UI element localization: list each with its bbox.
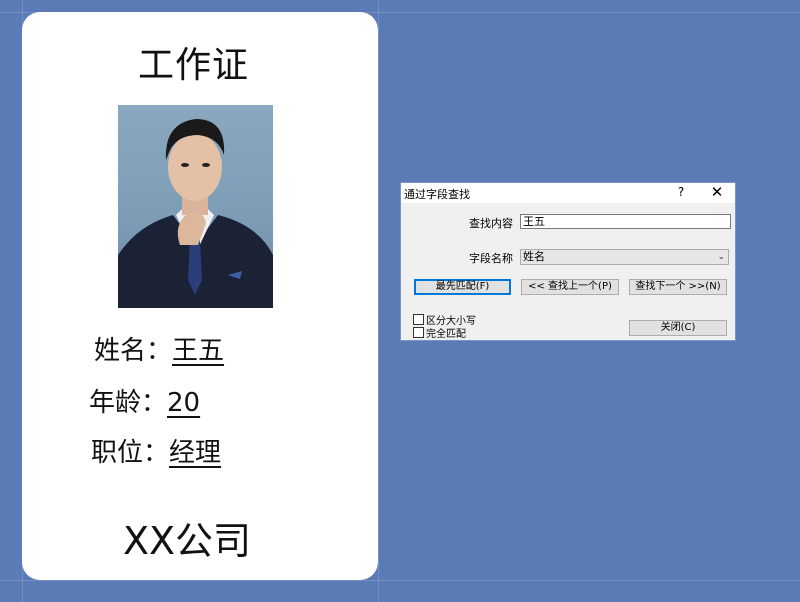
age-value: 20 [167, 388, 201, 418]
find-next-button[interactable]: 查找下一个 >>(N) [629, 279, 727, 295]
dialog-title: 通过字段查找 [404, 188, 470, 201]
position-row: 职位：经理 [91, 432, 221, 469]
whole-match-checkbox[interactable] [413, 327, 424, 338]
company-name: XX公司 [122, 519, 252, 563]
field-name-select[interactable]: 姓名 ⌄ [520, 249, 729, 265]
name-label: 姓名： [94, 336, 173, 366]
id-card: 工作证 姓名：王五 年龄：20 职位：经理 XX公司 [22, 12, 378, 580]
position-label: 职位： [91, 438, 170, 468]
help-button[interactable]: ? [674, 185, 688, 199]
guide-line [0, 580, 800, 581]
guide-line [378, 0, 379, 602]
name-row: 姓名：王五 [94, 330, 224, 367]
find-by-field-dialog: 通过字段查找 ? ✕ 查找内容 王五 字段名称 姓名 ⌄ 最先匹配(F) << … [400, 182, 736, 341]
age-label: 年龄： [89, 388, 168, 418]
close-button[interactable]: 关闭(C) [629, 320, 727, 336]
case-sensitive-checkbox[interactable] [413, 314, 424, 325]
whole-match-label: 完全匹配 [426, 329, 466, 340]
search-content-label: 查找内容 [469, 217, 513, 230]
age-row: 年龄：20 [89, 382, 200, 419]
dialog-titlebar: 通过字段查找 ? ✕ [401, 183, 735, 203]
search-content-input[interactable]: 王五 [520, 214, 731, 229]
name-value: 王五 [172, 336, 225, 366]
whole-match-option[interactable]: 完全匹配 [413, 325, 466, 340]
person-portrait-image [118, 119, 273, 308]
find-previous-button[interactable]: << 查找上一个(P) [521, 279, 619, 295]
chevron-down-icon: ⌄ [717, 252, 725, 262]
position-value: 经理 [169, 438, 222, 468]
close-icon[interactable]: ✕ [707, 183, 727, 201]
field-name-label: 字段名称 [469, 252, 513, 265]
field-name-selected: 姓名 [523, 250, 545, 263]
card-title: 工作证 [137, 45, 249, 86]
first-match-button[interactable]: 最先匹配(F) [414, 279, 511, 295]
portrait-photo [118, 105, 273, 308]
